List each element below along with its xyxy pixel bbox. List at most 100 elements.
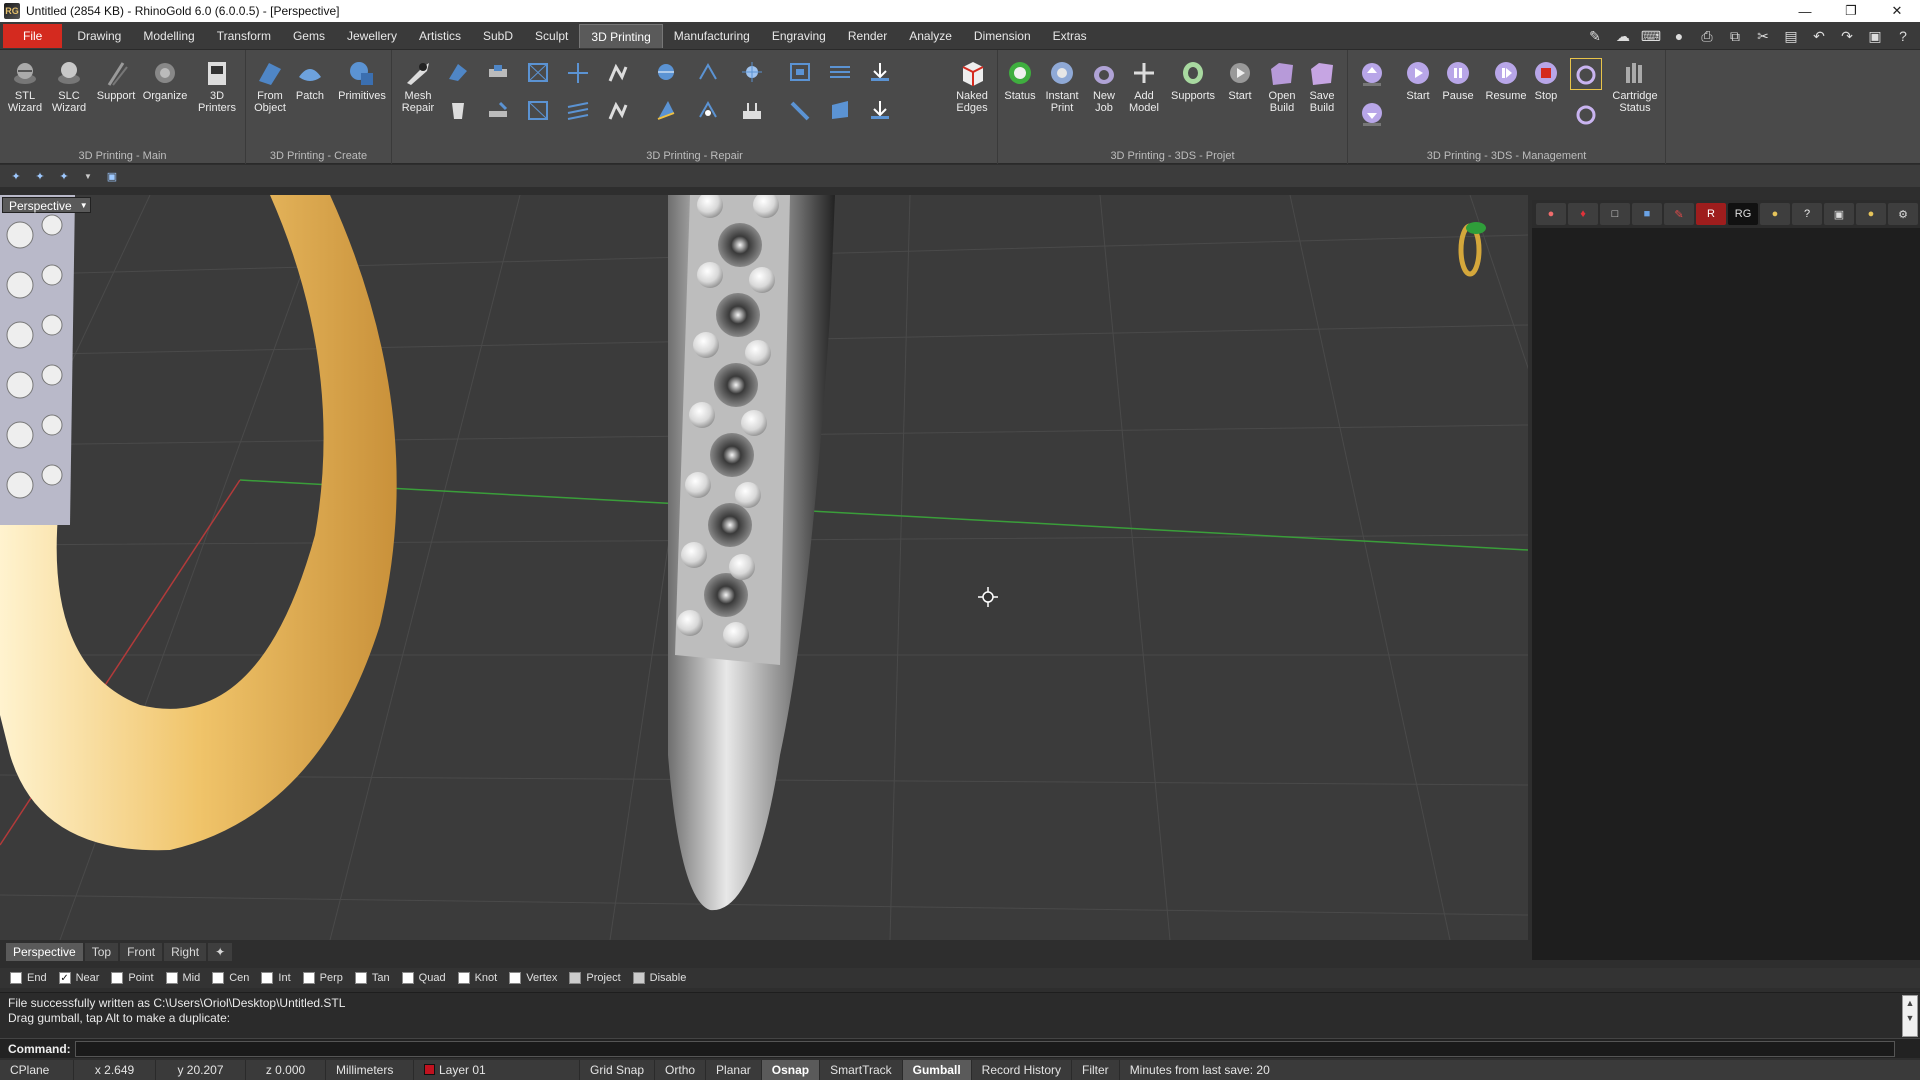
ring-status-icon-2[interactable] — [1570, 98, 1602, 130]
repair-tool-icon-6[interactable] — [650, 56, 682, 88]
status-grid-snap[interactable]: Grid Snap — [580, 1060, 656, 1080]
toolbar-dropdown-icon[interactable]: ▼ — [80, 168, 96, 184]
menu-modelling[interactable]: Modelling — [132, 24, 205, 48]
osnap-quad-checkbox[interactable] — [401, 972, 414, 984]
panel-tab-gem-icon[interactable]: ♦ — [1568, 203, 1598, 225]
primitives-button[interactable]: Primitives — [336, 58, 388, 102]
viewport-label[interactable]: Perspective ▼ — [2, 197, 91, 213]
repair-tool-icon-12[interactable] — [442, 94, 474, 126]
repair-tool-icon-14[interactable] — [522, 94, 554, 126]
mesh-repair-button[interactable]: Mesh Repair — [396, 58, 440, 114]
osnap-knot[interactable]: Knot — [457, 972, 497, 984]
toolbar-tool-icon-1[interactable]: ✦ — [8, 168, 24, 184]
repair-tool-icon-13[interactable] — [482, 94, 514, 126]
osnap-point[interactable]: Point — [111, 972, 154, 984]
status-cplane[interactable]: CPlane — [0, 1060, 74, 1080]
perspective-viewport[interactable]: Perspective ▼ — [0, 195, 1528, 940]
panel-tab-brush-icon[interactable]: ✎ — [1664, 203, 1694, 225]
from-object-button[interactable]: From Object — [248, 58, 292, 114]
repair-tool-icon-3[interactable] — [522, 56, 554, 88]
save-icon[interactable]: ▣ — [1864, 25, 1886, 47]
pause-button[interactable]: Pause — [1436, 58, 1480, 102]
osnap-vertex[interactable]: Vertex — [509, 972, 557, 984]
menu-manufacturing[interactable]: Manufacturing — [663, 24, 761, 48]
paste-icon[interactable]: ▤ — [1780, 25, 1802, 47]
osnap-tan[interactable]: Tan — [354, 972, 390, 984]
viewport-menu-chevron-down-icon[interactable]: ▼ — [80, 198, 88, 214]
naked-edges-button[interactable]: Naked Edges — [950, 58, 994, 114]
menu-extras[interactable]: Extras — [1042, 24, 1098, 48]
new-job-button[interactable]: New Job — [1082, 58, 1126, 114]
slc-wizard-button[interactable]: SLC Wizard — [47, 58, 91, 114]
toolbar-tool-icon-4[interactable]: ▣ — [104, 168, 120, 184]
panel-tab-box-icon[interactable]: ■ — [1632, 203, 1662, 225]
repair-tool-icon-7[interactable] — [692, 56, 724, 88]
start-mgmt-button[interactable]: Start — [1396, 58, 1440, 102]
repair-tool-icon-16[interactable] — [602, 94, 634, 126]
status-units[interactable]: Millimeters — [326, 1060, 414, 1080]
cartridge-status-button[interactable]: Cartridge Status — [1608, 58, 1662, 114]
menu-sculpt[interactable]: Sculpt — [524, 24, 579, 48]
osnap-perp-checkbox[interactable] — [302, 972, 315, 984]
copy-icon[interactable]: ⧉ — [1724, 25, 1746, 47]
osnap-perp[interactable]: Perp — [302, 972, 343, 984]
osnap-disable[interactable]: Disable — [632, 972, 686, 984]
viewport-tab-front[interactable]: Front — [120, 943, 163, 961]
supports-button[interactable]: Supports — [1168, 58, 1218, 102]
osnap-cen[interactable]: Cen — [212, 972, 249, 984]
menu-gems[interactable]: Gems — [282, 24, 336, 48]
viewport-tab-top[interactable]: Top — [84, 943, 119, 961]
add-model-button[interactable]: Add Model — [1122, 58, 1166, 114]
repair-tool-icon-21[interactable] — [824, 94, 856, 126]
osnap-tan-checkbox[interactable] — [354, 972, 367, 984]
osnap-quad[interactable]: Quad — [401, 972, 446, 984]
organize-button[interactable]: Organize — [143, 58, 187, 102]
menu-artistics[interactable]: Artistics — [408, 24, 472, 48]
osnap-disable-checkbox[interactable] — [632, 972, 645, 984]
osnap-end-checkbox[interactable] — [10, 972, 22, 984]
osnap-mid[interactable]: Mid — [165, 972, 200, 984]
menu-dimension[interactable]: Dimension — [963, 24, 1042, 48]
command-history-scrollbar[interactable]: ▲ ▼ — [1902, 995, 1918, 1037]
osnap-cen-checkbox[interactable] — [212, 972, 225, 984]
status-ortho[interactable]: Ortho — [655, 1060, 707, 1080]
osnap-knot-checkbox[interactable] — [457, 972, 470, 984]
menu-file[interactable]: File — [3, 23, 63, 48]
management-download-icon[interactable] — [1356, 98, 1388, 130]
keyboard-icon[interactable]: ⌨ — [1640, 25, 1662, 47]
osnap-near[interactable]: ✓ Near — [58, 972, 99, 984]
viewport-tab-right[interactable]: Right — [164, 943, 207, 961]
viewport-scene[interactable] — [0, 195, 1528, 940]
repair-tool-icon-15[interactable] — [562, 94, 594, 126]
osnap-project[interactable]: Project — [569, 972, 621, 984]
osnap-vertex-checkbox[interactable] — [509, 972, 522, 984]
panel-tab-trash-icon[interactable]: ▣ — [1824, 203, 1854, 225]
osnap-mid-checkbox[interactable] — [165, 972, 178, 984]
osnap-int-checkbox[interactable] — [261, 972, 274, 984]
panel-tab-rg-icon[interactable]: RG — [1728, 203, 1758, 225]
save-build-button[interactable]: Save Build — [1300, 58, 1344, 114]
redo-icon[interactable]: ↷ — [1836, 25, 1858, 47]
repair-tool-icon-4[interactable] — [562, 56, 594, 88]
status-filter[interactable]: Filter — [1072, 1060, 1120, 1080]
print-icon[interactable]: ⎙ — [1696, 25, 1718, 47]
repair-tool-icon-5[interactable] — [602, 56, 634, 88]
support-button[interactable]: Support — [94, 58, 138, 102]
menu-transform[interactable]: Transform — [206, 24, 282, 48]
panel-tab-gear-icon[interactable]: ⚙ — [1888, 203, 1918, 225]
status-button[interactable]: Status — [998, 58, 1042, 102]
osnap-int[interactable]: Int — [261, 972, 291, 984]
cut-icon[interactable]: ✂ — [1752, 25, 1774, 47]
repair-tool-icon-22[interactable] — [864, 94, 896, 126]
management-upload-icon[interactable] — [1356, 58, 1388, 90]
minimize-icon[interactable]: — — [1782, 0, 1828, 22]
status-record-history[interactable]: Record History — [972, 1060, 1073, 1080]
repair-tool-icon-1[interactable] — [442, 56, 474, 88]
add-viewport-tab-icon[interactable]: ✦ — [208, 943, 233, 961]
restore-icon[interactable]: ❐ — [1828, 0, 1874, 22]
start-projet-button[interactable]: Start — [1218, 58, 1262, 102]
menu-analyze[interactable]: Analyze — [898, 24, 963, 48]
repair-tool-icon-19[interactable] — [736, 94, 768, 126]
toolbar-tool-icon-3[interactable]: ✦ — [56, 168, 72, 184]
repair-tool-icon-20[interactable] — [784, 94, 816, 126]
